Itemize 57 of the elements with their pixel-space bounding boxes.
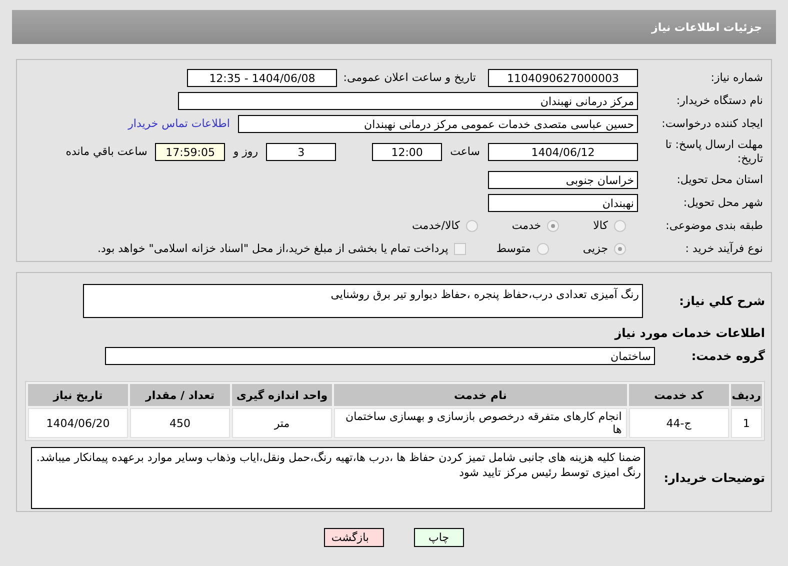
back-button[interactable]: بازگشت — [324, 528, 384, 547]
field-label: ساعت — [450, 145, 480, 158]
field-label: مهلت ارسال پاسخ: تا تاریخ: — [664, 138, 763, 166]
column-header: ردیف — [730, 384, 762, 406]
field-label: توضیحات خریدار: — [662, 471, 765, 485]
field-label: نام دستگاه خریدار: — [675, 94, 763, 107]
field-label: ساعت باقي مانده — [66, 145, 148, 158]
radio-button[interactable] — [614, 220, 626, 232]
option-label: کالا — [593, 219, 608, 232]
field-label: استان محل تحویل: — [676, 173, 763, 186]
text-field[interactable]: 3 — [266, 142, 336, 160]
option-label: کالا/خدمت — [412, 219, 460, 232]
text-field[interactable]: خراسان جنوبی — [488, 170, 638, 188]
radio-button[interactable] — [547, 220, 560, 232]
field-label: نوع فرآیند خرید : — [684, 242, 763, 255]
column-header: تعداد / مقدار — [130, 384, 230, 406]
field-label: شرح كلي نياز: — [678, 294, 765, 308]
table-cell: ج-44 — [628, 408, 729, 438]
checkbox-label: پرداخت تمام یا بخشی از مبلغ خرید،از محل "اسناد خزانه اسلامی" خواهد بود. — [98, 242, 448, 255]
print-button[interactable]: چاپ — [414, 528, 464, 547]
field-label: ایجاد کننده درخواست: — [660, 117, 763, 130]
table-cell: انجام کارهای متفرقه درخصوص بازسازی و بهسازی ساختمان ها — [334, 408, 627, 438]
text-field[interactable]: نهبندان — [488, 194, 638, 212]
text-field[interactable]: ساختمان — [105, 346, 655, 364]
table-cell: 450 — [130, 408, 230, 438]
field-label: روز و — [233, 145, 258, 158]
radio-button[interactable] — [466, 220, 478, 232]
text-area[interactable]: ضمنا کلیه هزینه های جانبی شامل تمیز کردن حفاظ ها ،درب ها،تهیه رنگ،حمل ونقل،ایاب وذهاب وسایر موارد برعهده پیمانکار میباشد. رنگ امیزی توسط رئیس مرکز تایید شود — [31, 447, 645, 509]
radio-button[interactable] — [536, 242, 549, 254]
radio-button[interactable] — [614, 242, 626, 254]
field-label: شهر محل تحویل: — [682, 196, 763, 209]
text-field[interactable]: 1104090627000003 — [488, 68, 638, 86]
column-header: تاریخ نیاز — [28, 384, 128, 406]
text-field[interactable]: 12:00 — [372, 142, 442, 160]
text-field[interactable]: حسین عباسی متصدی خدمات عمومی مرکز درمانی نهبندان — [238, 114, 638, 132]
column-header: واحد اندازه گیری — [232, 384, 332, 406]
option-label: خدمت — [512, 219, 542, 232]
field-label: شماره نیاز: — [710, 71, 763, 84]
text-field[interactable]: 1404/06/08 - 12:35 — [187, 68, 338, 86]
text-field[interactable]: مرکز درمانی نهبندان — [178, 92, 638, 110]
table-cell: متر — [232, 408, 332, 438]
field-label: طبقه بندی موضوعی: — [664, 219, 763, 232]
field-label: تاریخ و ساعت اعلان عمومی: — [343, 71, 476, 84]
page-title: جزئیات اطلاعات نیاز — [652, 20, 762, 34]
option-label: جزیی — [582, 242, 608, 255]
section-title: اطلاعات خدمات مورد نیاز — [614, 326, 765, 340]
table-cell: 1 — [730, 408, 762, 438]
column-header: نام خدمت — [334, 384, 627, 406]
table-cell: 1404/06/20 — [28, 408, 128, 438]
text-area[interactable]: رنگ آمیزی تعدادی درب،حفاظ پنجره ،حفاظ دیوارو تیر برق روشنایی — [83, 284, 643, 318]
column-header: کد خدمت — [628, 384, 729, 406]
text-field[interactable]: 1404/06/12 — [488, 142, 638, 160]
countdown-field[interactable]: 17:59:05 — [155, 142, 226, 160]
option-label: متوسط — [496, 242, 531, 255]
contact-link[interactable]: اطلاعات تماس خریدار — [128, 117, 230, 130]
checkbox[interactable] — [454, 242, 466, 254]
field-label: گروه خدمت: — [690, 348, 765, 362]
